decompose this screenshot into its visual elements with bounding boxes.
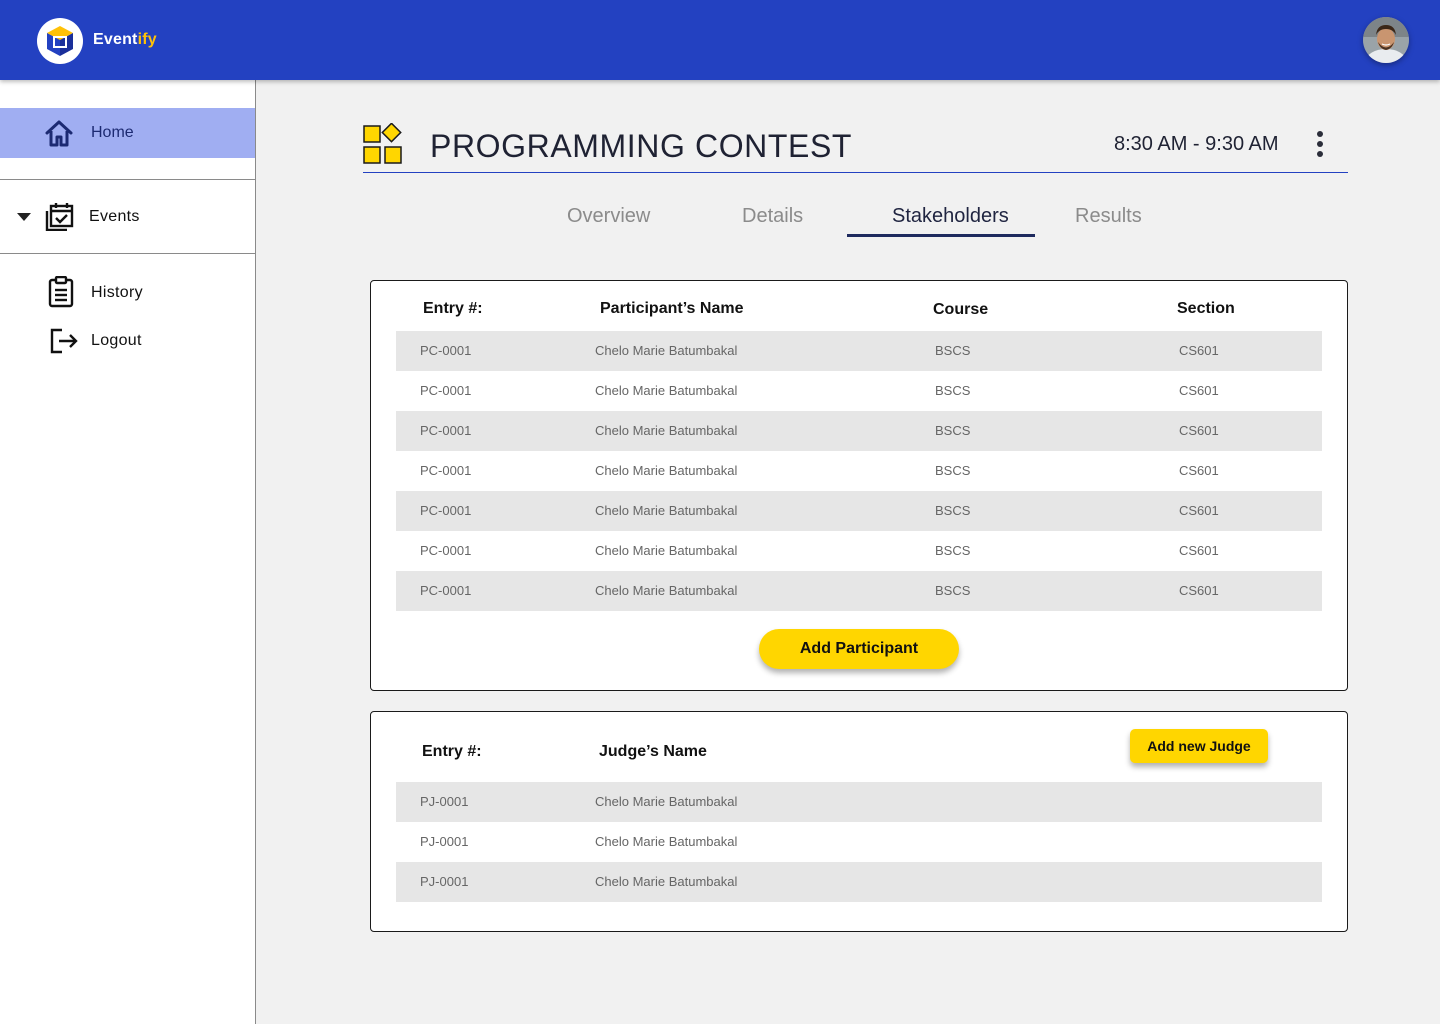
cell-name: Chelo Marie Batumbakal	[595, 834, 738, 849]
cell-entry: PC-0001	[420, 463, 472, 478]
cube-logo-icon	[47, 26, 73, 56]
sidebar-item-home[interactable]: Home	[0, 108, 255, 158]
cell-course: BSCS	[935, 583, 971, 598]
column-header-judge-name: Judge’s Name	[599, 743, 707, 760]
column-header-course: Course	[933, 301, 989, 318]
column-header-participant-name: Participant’s Name	[600, 300, 744, 317]
event-title: PROGRAMMING CONTEST	[430, 128, 853, 164]
table-row[interactable]: PC-0001 Chelo Marie Batumbakal BSCS CS60…	[396, 331, 1322, 371]
column-header-entry: Entry #:	[423, 300, 483, 317]
cell-section: CS601	[1179, 463, 1219, 478]
user-avatar[interactable]	[1363, 17, 1409, 63]
cell-name: Chelo Marie Batumbakal	[595, 503, 738, 518]
tab-bar: Overview Details Stakeholders Results	[0, 205, 1440, 245]
table-row[interactable]: PC-0001 Chelo Marie Batumbakal BSCS CS60…	[396, 571, 1322, 611]
cell-section: CS601	[1179, 503, 1219, 518]
sidebar-divider	[0, 253, 255, 254]
cell-entry: PC-0001	[420, 343, 472, 358]
cell-section: CS601	[1179, 343, 1219, 358]
table-row[interactable]: PJ-0001 Chelo Marie Batumbakal	[396, 782, 1322, 822]
avatar-photo-icon	[1363, 17, 1409, 63]
add-judge-button[interactable]: Add new Judge	[1130, 729, 1268, 763]
event-time: 8:30 AM - 9:30 AM	[1114, 133, 1279, 155]
event-header: PROGRAMMING CONTEST 8:30 AM - 9:30 AM	[363, 120, 1348, 173]
tab-overview[interactable]: Overview	[567, 205, 650, 228]
cell-name: Chelo Marie Batumbakal	[595, 874, 738, 889]
cell-section: CS601	[1179, 383, 1219, 398]
cell-name: Chelo Marie Batumbakal	[595, 583, 738, 598]
table-row[interactable]: PJ-0001 Chelo Marie Batumbakal	[396, 862, 1322, 902]
clipboard-icon	[48, 275, 74, 313]
tab-results[interactable]: Results	[1075, 205, 1142, 228]
add-participant-button[interactable]: Add Participant	[759, 629, 959, 669]
table-row[interactable]: PJ-0001 Chelo Marie Batumbakal	[396, 822, 1322, 862]
category-squares-icon	[363, 122, 405, 165]
cell-entry: PJ-0001	[420, 874, 469, 889]
table-row[interactable]: PC-0001 Chelo Marie Batumbakal BSCS CS60…	[396, 371, 1322, 411]
app-logo[interactable]	[37, 18, 83, 64]
cell-name: Chelo Marie Batumbakal	[595, 794, 738, 809]
cell-name: Chelo Marie Batumbakal	[595, 383, 738, 398]
sidebar-item-history[interactable]: History	[0, 273, 255, 313]
cell-entry: PC-0001	[420, 423, 472, 438]
brand-name: Eventify	[93, 31, 157, 48]
top-bar: Eventify	[0, 0, 1440, 80]
more-options-icon[interactable]	[1313, 131, 1327, 157]
cell-entry: PJ-0001	[420, 834, 469, 849]
table-row[interactable]: PC-0001 Chelo Marie Batumbakal BSCS CS60…	[396, 451, 1322, 491]
cell-course: BSCS	[935, 463, 971, 478]
tab-details[interactable]: Details	[742, 205, 803, 228]
cell-section: CS601	[1179, 423, 1219, 438]
cell-course: BSCS	[935, 543, 971, 558]
cell-entry: PC-0001	[420, 383, 472, 398]
participants-card: Entry #: Participant’s Name Course Secti…	[370, 280, 1348, 691]
cell-name: Chelo Marie Batumbakal	[595, 463, 738, 478]
sidebar-item-label: Home	[91, 124, 134, 141]
cell-course: BSCS	[935, 423, 971, 438]
cell-section: CS601	[1179, 543, 1219, 558]
cell-entry: PC-0001	[420, 503, 472, 518]
table-row[interactable]: PC-0001 Chelo Marie Batumbakal BSCS CS60…	[396, 531, 1322, 571]
sidebar-item-label: History	[91, 284, 143, 301]
sidebar-divider	[0, 179, 255, 180]
cell-name: Chelo Marie Batumbakal	[595, 423, 738, 438]
cell-course: BSCS	[935, 343, 971, 358]
cell-course: BSCS	[935, 503, 971, 518]
judges-card: Entry #: Judge’s Name Add new Judge PJ-0…	[370, 711, 1348, 932]
cell-entry: PC-0001	[420, 543, 472, 558]
sidebar-item-logout[interactable]: Logout	[0, 321, 255, 361]
table-row[interactable]: PC-0001 Chelo Marie Batumbakal BSCS CS60…	[396, 411, 1322, 451]
home-icon	[44, 118, 74, 148]
cell-entry: PJ-0001	[420, 794, 469, 809]
cell-section: CS601	[1179, 583, 1219, 598]
cell-course: BSCS	[935, 383, 971, 398]
column-header-entry: Entry #:	[422, 743, 482, 760]
active-tab-indicator	[847, 234, 1035, 237]
cell-name: Chelo Marie Batumbakal	[595, 543, 738, 558]
sidebar-item-label: Logout	[91, 332, 142, 349]
cell-entry: PC-0001	[420, 583, 472, 598]
cell-name: Chelo Marie Batumbakal	[595, 343, 738, 358]
logout-icon	[50, 328, 80, 359]
table-row[interactable]: PC-0001 Chelo Marie Batumbakal BSCS CS60…	[396, 491, 1322, 531]
column-header-section: Section	[1177, 300, 1235, 317]
tab-stakeholders[interactable]: Stakeholders	[892, 205, 1009, 228]
